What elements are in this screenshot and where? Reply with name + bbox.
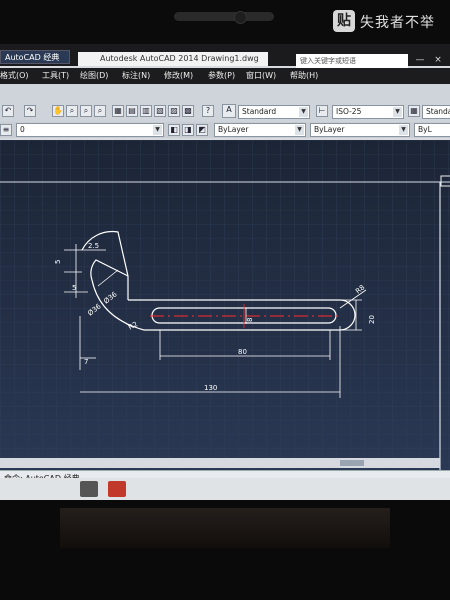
dim-style-icon[interactable]: ⊢ <box>316 105 328 117</box>
tool-palettes-icon[interactable]: ▥ <box>140 105 152 117</box>
dim-5-lower: 5 <box>72 284 76 292</box>
dim-20: 20 <box>368 315 376 324</box>
linetype-select[interactable]: ByLayer ▼ <box>310 123 410 137</box>
phone-speaker <box>174 12 274 21</box>
sheet-set-icon[interactable]: ▧ <box>154 105 166 117</box>
layer-previous-icon[interactable]: ◨ <box>182 124 194 136</box>
scrollbar-thumb[interactable] <box>340 460 364 466</box>
quickcalc-icon[interactable]: ▩ <box>182 105 194 117</box>
watermark-text: 失我者不举 <box>360 15 435 31</box>
undo-icon[interactable]: ↶ <box>2 105 14 117</box>
layers-toolbar: ≡ 0 ▼ ◧ ◨ ◩ ByLayer ▼ ByLayer ▼ ByL <box>0 122 450 138</box>
zoom-realtime-icon[interactable]: ⌕ <box>66 105 78 117</box>
dim-style-select[interactable]: ISO-25 ▼ <box>332 105 404 119</box>
color-select[interactable]: ByLayer ▼ <box>214 123 306 137</box>
dim-5-upper: 5 <box>54 260 62 264</box>
menu-modify[interactable]: 修改(M) <box>164 70 193 81</box>
redo-icon[interactable]: ↷ <box>24 105 36 117</box>
pan-icon[interactable]: ✋ <box>52 105 64 117</box>
monitor-screen: AutoCAD 经典 Autodesk AutoCAD 2014 Drawing… <box>0 44 450 500</box>
keyboard-blur <box>60 508 390 548</box>
layer-match-icon[interactable]: ◩ <box>196 124 208 136</box>
text-style-select[interactable]: Standard ▼ <box>238 105 310 119</box>
standard-toolbar: ↶ ↷ ✋ ⌕ ⌕ ⌕ ▦ ▤ ▥ ▧ ▨ ▩ ? A Standard ▼ ⊢ … <box>0 84 450 123</box>
workspace-select[interactable]: AutoCAD 经典 <box>0 50 70 64</box>
search-input[interactable]: 键入关键字或短语 <box>296 54 408 68</box>
close-icon[interactable]: × <box>432 54 444 66</box>
menu-format[interactable]: 格式(O) <box>0 70 29 81</box>
menu-tools[interactable]: 工具(T) <box>42 70 69 81</box>
menu-parametric[interactable]: 参数(P) <box>208 70 235 81</box>
menu-window[interactable]: 窗口(W) <box>246 70 276 81</box>
drawing-canvas[interactable]: 2.5 5 5 Ø36 Ø36 R2 R8 8 20 7 80 130 <box>0 140 450 470</box>
menu-bar: 格式(O) 工具(T) 绘图(D) 标注(N) 修改(M) 参数(P) 窗口(W… <box>0 68 450 84</box>
autocad-taskbar-icon[interactable] <box>108 481 126 497</box>
dim-130: 130 <box>204 384 217 392</box>
menu-help[interactable]: 帮助(H) <box>290 70 318 81</box>
design-center-icon[interactable]: ▤ <box>126 105 138 117</box>
minimize-icon[interactable]: — <box>414 54 426 66</box>
lineweight-select[interactable]: ByL <box>414 123 450 137</box>
windows-taskbar <box>0 478 450 500</box>
menu-dimension[interactable]: 标注(N) <box>122 70 150 81</box>
zoom-window-icon[interactable]: ⌕ <box>80 105 92 117</box>
layer-manager-icon[interactable]: ≡ <box>0 124 12 136</box>
zoom-previous-icon[interactable]: ⌕ <box>94 105 106 117</box>
horizontal-scrollbar[interactable] <box>0 458 440 468</box>
dim-8: 8 <box>246 318 254 322</box>
markup-icon[interactable]: ▨ <box>168 105 180 117</box>
layer-select[interactable]: 0 ▼ <box>16 123 164 137</box>
taskbar-app-icon[interactable] <box>80 481 98 497</box>
phone-camera <box>234 11 247 24</box>
help-icon[interactable]: ? <box>202 105 214 117</box>
properties-icon[interactable]: ▦ <box>112 105 124 117</box>
make-current-icon[interactable]: ◧ <box>168 124 180 136</box>
dim-80: 80 <box>238 348 247 356</box>
canvas-grid <box>0 140 450 470</box>
table-style-icon[interactable]: ▦ <box>408 105 420 117</box>
app-title: Autodesk AutoCAD 2014 Drawing1.dwg <box>78 52 268 66</box>
title-bar: AutoCAD 经典 Autodesk AutoCAD 2014 Drawing… <box>0 44 450 68</box>
text-style-icon[interactable]: A <box>222 104 236 118</box>
dim-7: 7 <box>84 358 88 366</box>
watermark-icon: 贴 <box>333 10 355 32</box>
table-style-select[interactable]: Standard <box>422 105 450 119</box>
dim-2-5: 2.5 <box>88 242 99 250</box>
menu-draw[interactable]: 绘图(D) <box>80 70 108 81</box>
